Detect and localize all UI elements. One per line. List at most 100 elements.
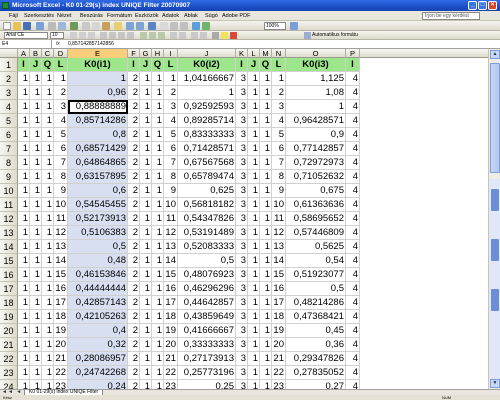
table-cell[interactable]: 1 bbox=[260, 366, 272, 380]
table-cell[interactable]: 15 bbox=[54, 268, 68, 282]
align-center-icon[interactable] bbox=[109, 32, 116, 39]
header-cell[interactable]: Q bbox=[42, 58, 54, 72]
table-cell[interactable]: 1 bbox=[260, 226, 272, 240]
table-cell[interactable]: 4 bbox=[346, 268, 360, 282]
table-cell[interactable]: 1 bbox=[248, 128, 260, 142]
table-cell[interactable]: 1 bbox=[140, 212, 152, 226]
table-cell[interactable]: 3 bbox=[236, 156, 248, 170]
header-cell[interactable]: L bbox=[164, 58, 178, 72]
table-cell[interactable]: 22 bbox=[272, 366, 286, 380]
table-cell[interactable]: 0,24742268 bbox=[68, 366, 128, 380]
table-cell[interactable]: 1 bbox=[152, 366, 164, 380]
table-cell[interactable]: 1 bbox=[140, 338, 152, 352]
row-header[interactable]: 9 bbox=[0, 170, 18, 184]
table-cell[interactable]: 0,48 bbox=[68, 254, 128, 268]
undo-icon[interactable] bbox=[126, 22, 134, 30]
table-cell[interactable]: 17 bbox=[54, 296, 68, 310]
table-cell[interactable]: 1 bbox=[30, 128, 42, 142]
table-cell[interactable]: 13 bbox=[54, 240, 68, 254]
table-cell[interactable]: 1 bbox=[152, 226, 164, 240]
scroll-up-icon[interactable]: ▲ bbox=[490, 50, 500, 59]
table-cell[interactable]: 1 bbox=[152, 310, 164, 324]
table-cell[interactable]: 3 bbox=[236, 366, 248, 380]
table-cell[interactable]: 1 bbox=[30, 352, 42, 366]
table-cell[interactable]: 19 bbox=[54, 324, 68, 338]
table-cell[interactable]: 2 bbox=[128, 86, 140, 100]
table-cell[interactable]: 4 bbox=[54, 114, 68, 128]
table-cell[interactable]: 1 bbox=[248, 338, 260, 352]
table-cell[interactable]: 0,52083333 bbox=[178, 240, 236, 254]
table-cell[interactable]: 17 bbox=[164, 296, 178, 310]
table-cell[interactable]: 1 bbox=[164, 72, 178, 86]
table-cell[interactable]: 4 bbox=[346, 114, 360, 128]
table-cell[interactable]: 1 bbox=[30, 324, 42, 338]
table-cell[interactable]: 0,33333333 bbox=[178, 338, 236, 352]
sort-ascending-icon[interactable] bbox=[170, 22, 178, 30]
row-header[interactable]: 19 bbox=[0, 310, 18, 324]
cut-icon[interactable] bbox=[82, 22, 90, 30]
table-cell[interactable]: 1 bbox=[272, 72, 286, 86]
table-cell[interactable]: 0,72972973 bbox=[286, 156, 346, 170]
help-search-input[interactable]: Írjon be egy kérdést bbox=[422, 12, 480, 20]
table-cell[interactable]: 2 bbox=[128, 156, 140, 170]
task-pane-tab-1[interactable] bbox=[491, 189, 499, 211]
table-cell[interactable]: 3 bbox=[236, 268, 248, 282]
table-cell[interactable]: 0,61363636 bbox=[286, 198, 346, 212]
table-cell[interactable]: 1 bbox=[140, 72, 152, 86]
table-cell[interactable]: 1 bbox=[42, 156, 54, 170]
table-cell[interactable]: 2 bbox=[128, 352, 140, 366]
table-cell[interactable]: 4 bbox=[346, 240, 360, 254]
table-cell[interactable]: 1 bbox=[260, 142, 272, 156]
table-cell[interactable]: 2 bbox=[128, 254, 140, 268]
column-header-g[interactable]: G bbox=[140, 49, 152, 58]
table-cell[interactable]: 1 bbox=[30, 170, 42, 184]
table-cell[interactable]: 1 bbox=[42, 212, 54, 226]
table-cell[interactable]: 4 bbox=[346, 310, 360, 324]
scroll-down-icon[interactable]: ▼ bbox=[490, 379, 500, 388]
header-cell[interactable]: J bbox=[248, 58, 260, 72]
table-cell[interactable]: 3 bbox=[236, 212, 248, 226]
table-cell[interactable]: 0,77142857 bbox=[286, 142, 346, 156]
table-cell[interactable]: 0,4 bbox=[68, 324, 128, 338]
row-header[interactable]: 10 bbox=[0, 184, 18, 198]
table-cell[interactable]: 4 bbox=[346, 296, 360, 310]
maximize-button[interactable]: □ bbox=[478, 1, 487, 10]
table-cell[interactable]: 1 bbox=[30, 254, 42, 268]
column-header-f[interactable]: F bbox=[128, 49, 140, 58]
decrease-indent-icon[interactable] bbox=[191, 32, 198, 39]
row-header[interactable]: 2 bbox=[0, 72, 18, 86]
row-header[interactable]: 20 bbox=[0, 324, 18, 338]
table-cell[interactable]: 1 bbox=[140, 352, 152, 366]
table-cell[interactable]: 2 bbox=[128, 212, 140, 226]
table-cell[interactable]: 0,85714286 bbox=[68, 114, 128, 128]
table-cell[interactable]: 3 bbox=[236, 254, 248, 268]
table-cell[interactable]: 0,68571429 bbox=[68, 142, 128, 156]
table-cell[interactable]: 1 bbox=[18, 212, 30, 226]
table-cell[interactable]: 1 bbox=[18, 114, 30, 128]
table-cell[interactable]: 7 bbox=[272, 156, 286, 170]
table-cell[interactable]: 1 bbox=[18, 226, 30, 240]
row-header[interactable]: 4 bbox=[0, 100, 18, 114]
header-cell[interactable]: K0(i1) bbox=[68, 58, 128, 72]
row-header[interactable]: 12 bbox=[0, 212, 18, 226]
table-cell[interactable]: 14 bbox=[272, 254, 286, 268]
table-cell[interactable]: 21 bbox=[164, 352, 178, 366]
table-cell[interactable]: 13 bbox=[272, 240, 286, 254]
table-cell[interactable]: 1 bbox=[30, 366, 42, 380]
table-cell[interactable]: 1 bbox=[30, 198, 42, 212]
header-cell[interactable]: Q bbox=[260, 58, 272, 72]
table-cell[interactable]: 11 bbox=[164, 212, 178, 226]
table-cell[interactable]: 0,96428571 bbox=[286, 114, 346, 128]
print-icon[interactable] bbox=[48, 22, 56, 30]
autoformat-label[interactable]: Automatikus formátu bbox=[312, 32, 358, 39]
table-cell[interactable]: 11 bbox=[54, 212, 68, 226]
table-cell[interactable]: 0,32 bbox=[68, 338, 128, 352]
table-cell[interactable]: 1 bbox=[260, 184, 272, 198]
table-cell[interactable]: 1 bbox=[248, 86, 260, 100]
table-cell[interactable]: 14 bbox=[54, 254, 68, 268]
table-cell[interactable]: 0,96 bbox=[68, 86, 128, 100]
column-header-o[interactable]: O bbox=[286, 49, 346, 58]
row-header[interactable]: 16 bbox=[0, 268, 18, 282]
table-cell[interactable]: 1 bbox=[42, 324, 54, 338]
menu-data[interactable]: Adatok bbox=[162, 11, 179, 21]
